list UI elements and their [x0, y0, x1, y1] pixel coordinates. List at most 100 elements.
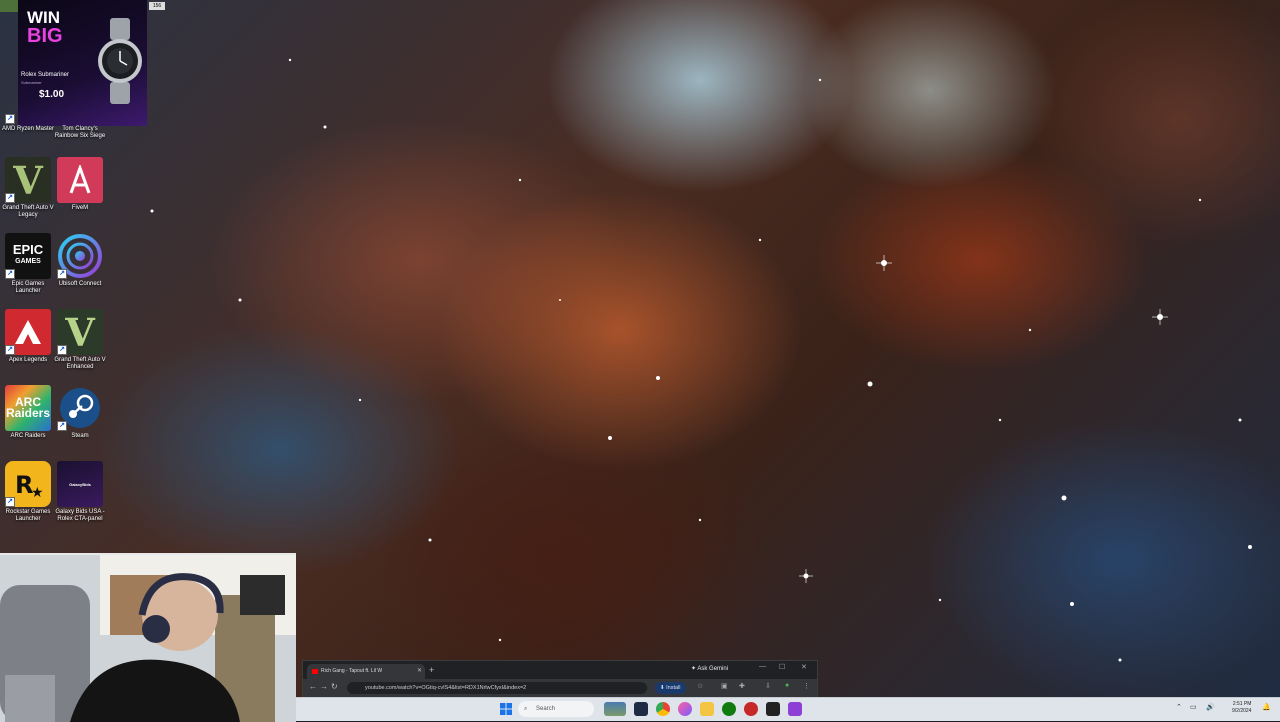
maximize-icon[interactable]: ☐ — [779, 663, 785, 671]
desktop-icon-amd-ryzen-master[interactable]: ↗ AMD Ryzen Master — [0, 110, 56, 133]
desktop-icon-label: Rockstar Games Launcher — [5, 509, 51, 522]
svg-text:V: V — [12, 160, 44, 200]
galaxy-logo-text: GalaxyBids — [69, 481, 91, 487]
browser-app-icon[interactable] — [678, 702, 692, 716]
desktop-icon-galaxy-bids[interactable]: GalaxyBids Galaxy Bids USA - Rolex CTA-p… — [52, 461, 108, 523]
browser-window[interactable]: Rich Gang - Tapout ft. Lil W ✕ + ✦ Ask G… — [302, 660, 818, 699]
steam-icon: ↗ — [57, 385, 103, 431]
webcam-overlay — [0, 553, 296, 722]
shortcut-arrow-icon: ↗ — [57, 269, 67, 279]
shortcut-arrow-icon: ↗ — [5, 497, 15, 507]
desktop-icon-apex-legends[interactable]: ↗ Apex Legends — [0, 309, 56, 364]
extension-icon[interactable]: ▣ — [721, 682, 728, 690]
ad-widget[interactable]: WIN BIG Rolex Submariner Submariner $1.0… — [18, 0, 147, 126]
svg-text:V: V — [64, 312, 96, 352]
search-placeholder: Search — [536, 706, 556, 712]
ask-gemini-label: Ask Gemini — [697, 666, 729, 672]
tab-youtube[interactable]: Rich Gang - Tapout ft. Lil W ✕ — [307, 664, 425, 679]
shortcut-arrow-icon: ↗ — [5, 345, 15, 355]
desktop-icon-label: FiveM — [71, 205, 89, 211]
tab-title: Rich Gang - Tapout ft. Lil W — [321, 668, 383, 674]
ad-price: $1.00 — [39, 89, 65, 100]
gta-v-icon: V ↗ — [5, 157, 51, 203]
desktop-icon-label: Grand Theft Auto V Enhanced — [54, 357, 106, 370]
gta-v-enhanced-icon: V ↗ — [57, 309, 103, 355]
download-icon[interactable]: ⇩ — [765, 682, 771, 690]
shortcut-arrow-icon: ↗ — [57, 421, 67, 431]
network-icon[interactable]: ▭ — [1190, 703, 1197, 711]
reload-icon[interactable]: ↻ — [331, 682, 338, 691]
xbox-icon[interactable] — [722, 702, 736, 716]
desktop-icon-steam[interactable]: ↗ Steam — [52, 385, 108, 440]
volume-icon[interactable]: 🔊 — [1206, 703, 1215, 711]
widgets-icon[interactable] — [604, 702, 626, 716]
media-app-icon[interactable] — [744, 702, 758, 716]
taskbar-search[interactable]: ⌕ Search — [518, 701, 594, 717]
desktop-icon-epic-games-launcher[interactable]: EPIC GAMES ↗ Epic Games Launcher — [0, 233, 56, 295]
notification-bell-icon[interactable]: 🔔 — [1262, 703, 1271, 711]
svg-text:★: ★ — [31, 485, 44, 501]
bookmark-star-icon[interactable]: ☆ — [697, 682, 703, 690]
notification-thumbnail[interactable] — [0, 0, 18, 12]
puzzle-icon[interactable]: ✚ — [739, 682, 745, 690]
install-button[interactable]: ⬇ Install — [655, 682, 686, 694]
epic-games-taskbar-icon[interactable] — [766, 702, 780, 716]
shortcut-arrow-icon: ↗ — [5, 269, 15, 279]
ad-headline-win: WIN — [27, 8, 61, 27]
streaming-app-icon[interactable] — [788, 702, 802, 716]
clock-date: 9/2/2024 — [1232, 708, 1252, 714]
tray-chevron-icon[interactable]: ⌃ — [1176, 703, 1182, 711]
desktop-icon-rockstar-games-launcher[interactable]: R ★ ↗ Rockstar Games Launcher — [0, 461, 56, 523]
arc-logo-subtext: Raiders — [5, 406, 51, 420]
profile-icon[interactable]: ● — [785, 682, 789, 689]
shortcut-arrow-icon: ↗ — [57, 345, 67, 355]
epic-games-icon: EPIC GAMES ↗ — [5, 233, 51, 279]
ad-prize-sub: Submariner — [21, 80, 42, 85]
chrome-icon[interactable] — [656, 702, 670, 716]
apex-legends-icon: ↗ — [5, 309, 51, 355]
new-tab-button[interactable]: + — [429, 664, 434, 676]
desktop-icon-label: Apex Legends — [8, 357, 48, 363]
address-bar[interactable]: youtube.com/watch?v=OGtiq-cvIS4&list=RDX… — [347, 682, 647, 694]
epic-logo-subtext: GAMES — [15, 258, 41, 265]
desktop-icon-fivem[interactable]: FiveM — [52, 157, 108, 212]
desktop-icon-arc-raiders[interactable]: ARC Raiders ARC Raiders — [0, 385, 56, 440]
epic-logo-text: EPIC — [12, 242, 44, 257]
desktop-icon-label: Tom Clancy's Rainbow Six Siege — [54, 126, 106, 139]
watch-image — [98, 18, 142, 104]
desktop-icon-ubisoft-connect[interactable]: ↗ Ubisoft Connect — [52, 233, 108, 288]
taskbar: ⌕ Search ⌃ ▭ 🔊 2:51 PM 9/2/2024 🔔 — [296, 697, 1280, 721]
arc-raiders-icon: ARC Raiders — [5, 385, 51, 431]
taskbar-clock[interactable]: 2:51 PM 9/2/2024 — [1232, 701, 1251, 715]
youtube-icon — [312, 669, 318, 674]
shortcut-arrow-icon: ↗ — [5, 114, 15, 124]
desktop-icon-rainbow-six-siege[interactable]: Tom Clancy's Rainbow Six Siege — [52, 110, 108, 140]
task-view-icon[interactable] — [634, 702, 648, 716]
forward-icon[interactable]: → — [320, 682, 328, 691]
windows-start-icon[interactable] — [500, 703, 512, 715]
minimize-icon[interactable]: — — [759, 663, 766, 670]
ubisoft-icon: ↗ — [57, 233, 103, 279]
desktop-icon-gta-v-enhanced[interactable]: V ↗ Grand Theft Auto V Enhanced — [52, 309, 108, 371]
viewer-counter: 156 — [149, 2, 165, 10]
fivem-icon — [57, 157, 103, 203]
close-icon[interactable]: ✕ — [417, 664, 422, 679]
desktop-icon-label: Steam — [71, 433, 89, 439]
ad-prize-name: Rolex Submariner — [21, 72, 70, 78]
back-icon[interactable]: ← — [309, 682, 317, 691]
window-close-icon[interactable]: ✕ — [801, 663, 807, 671]
url-text: youtube.com/watch?v=OGtiq-cvIS4&list=RDX… — [365, 685, 527, 691]
desktop-icon-gta-v-legacy[interactable]: V ↗ Grand Theft Auto V Legacy — [0, 157, 56, 219]
ask-gemini-button[interactable]: ✦ Ask Gemini — [691, 665, 728, 672]
browser-toolbar: ← → ↻ youtube.com/watch?v=OGtiq-cvIS4&li… — [303, 679, 817, 698]
webcam-video — [0, 555, 296, 722]
shortcut-arrow-icon: ↗ — [5, 193, 15, 203]
clock-time: 2:51 PM — [1232, 701, 1252, 707]
ad-headline-big: BIG — [27, 25, 63, 47]
file-explorer-icon[interactable] — [700, 702, 714, 716]
desktop-icon-label: Grand Theft Auto V Legacy — [2, 205, 54, 218]
install-label: Install — [666, 685, 681, 691]
desktop-icon-label: AMD Ryzen Master — [1, 126, 54, 132]
menu-icon[interactable]: ⋮ — [803, 682, 810, 690]
desktop-icon-label: Epic Games Launcher — [11, 281, 45, 294]
